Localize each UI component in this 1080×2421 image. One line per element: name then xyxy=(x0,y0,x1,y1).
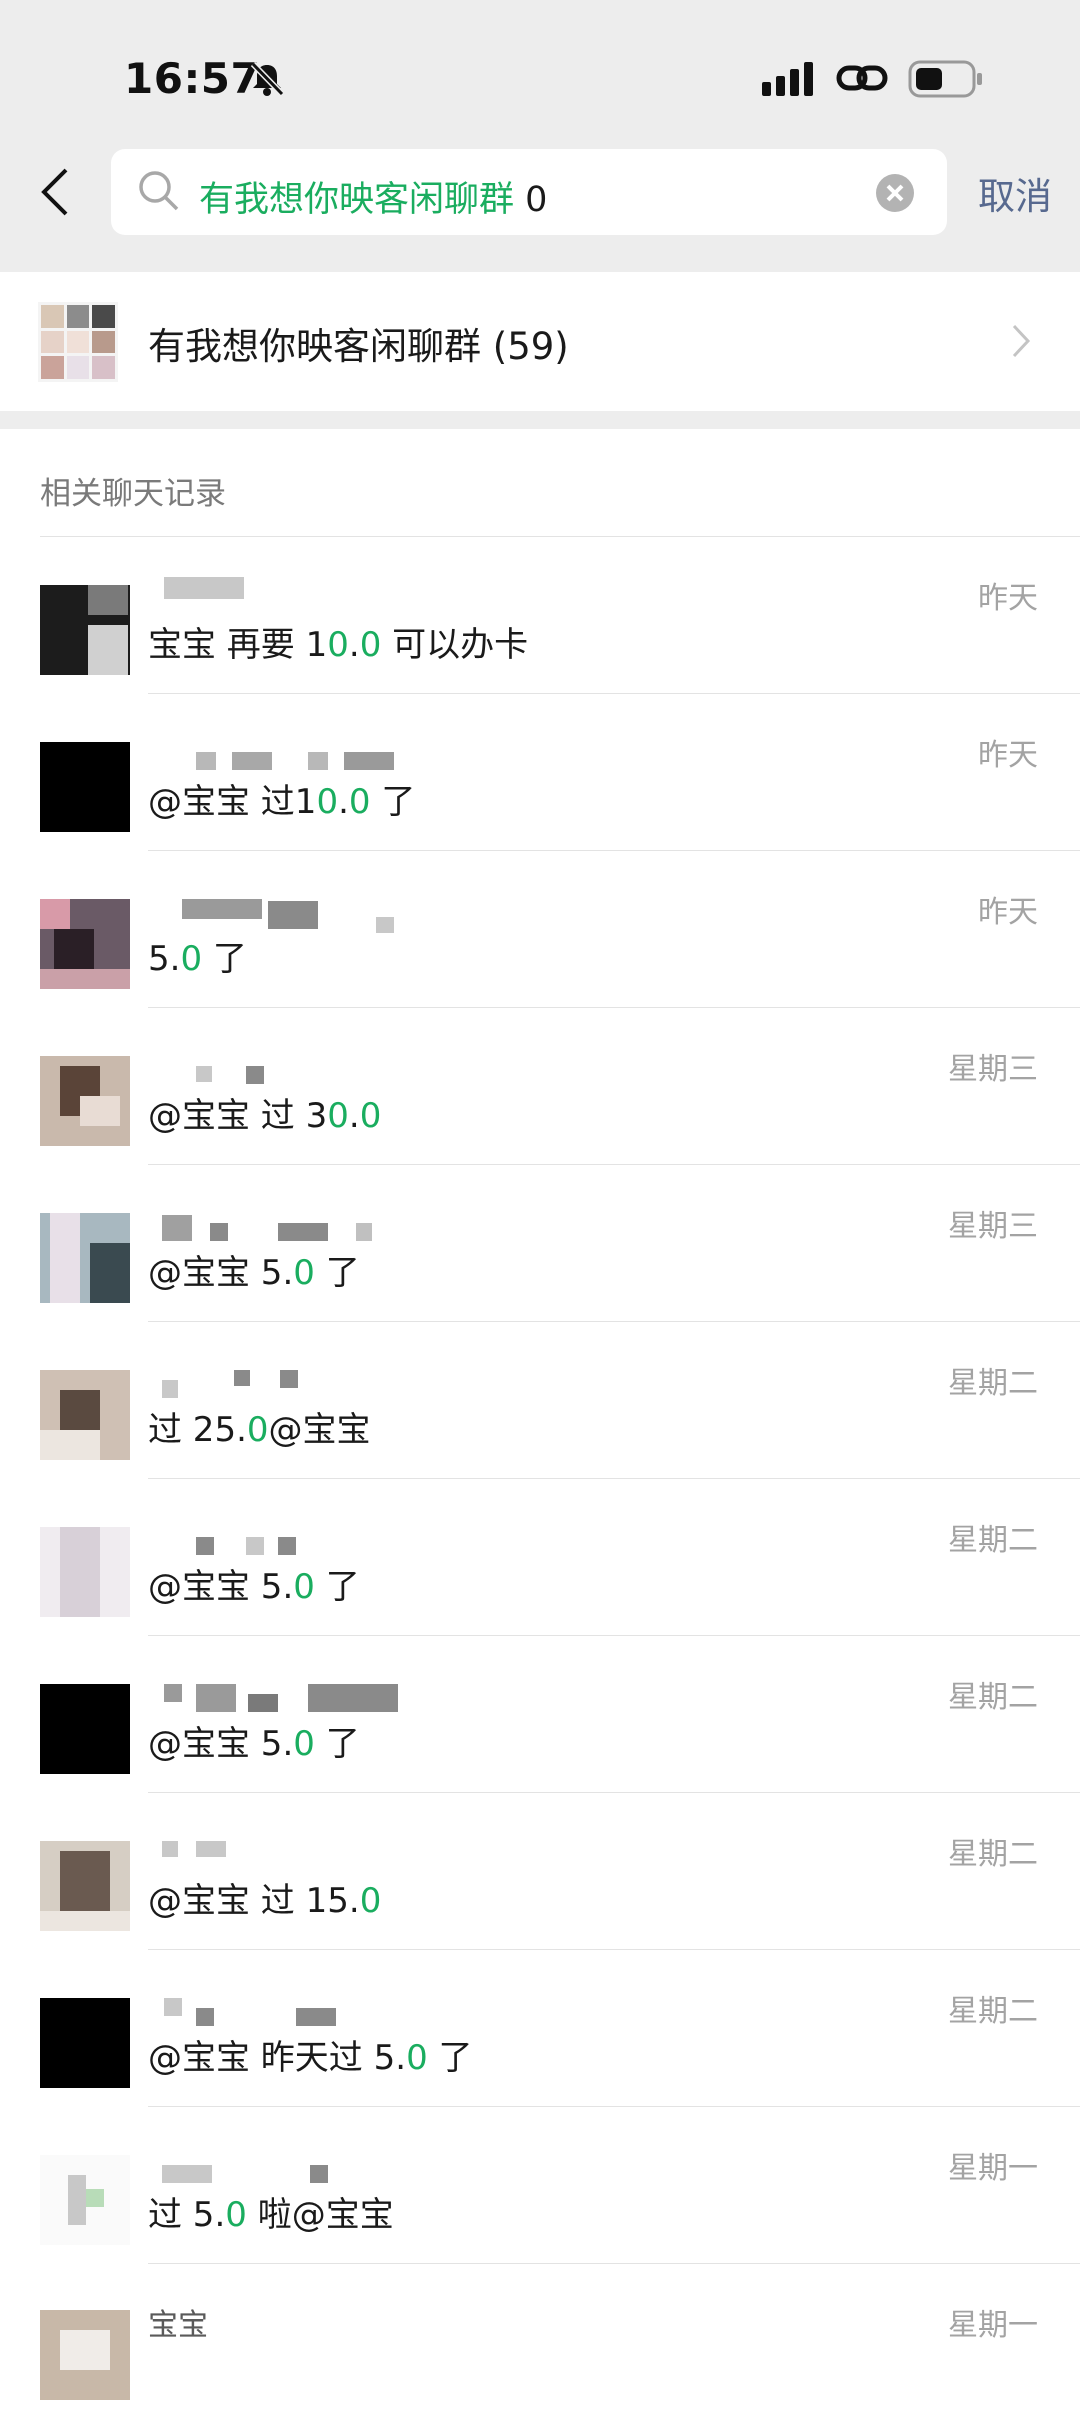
sender-name-blurred xyxy=(148,734,408,770)
message-time: 昨天 xyxy=(978,895,1038,930)
message-row[interactable]: @宝宝 5.0 了 星期二 xyxy=(0,1636,1080,1793)
message-row[interactable]: @宝宝 过 15.0 星期二 xyxy=(0,1793,1080,1950)
avatar xyxy=(40,1056,130,1146)
message-time: 星期二 xyxy=(948,1837,1038,1872)
sender-name: 宝宝 xyxy=(148,2308,208,2343)
battery-icon xyxy=(908,60,982,98)
message-preview: @宝宝 5.0 了 xyxy=(148,1724,360,1764)
top-bar: 16:57 有我想你映客闲聊群 0 取消 xyxy=(0,0,1080,272)
avatar xyxy=(40,585,130,675)
message-time: 星期二 xyxy=(948,1994,1038,2029)
section-separator xyxy=(0,411,1080,429)
message-preview: 5.0 了 xyxy=(148,939,247,979)
message-row[interactable]: @宝宝 过 30.0 星期三 xyxy=(0,1008,1080,1165)
cancel-button[interactable]: 取消 xyxy=(978,166,1052,220)
message-preview: 宝宝 再要 10.0 可以办卡 xyxy=(148,625,529,665)
clear-search-icon[interactable] xyxy=(875,173,915,213)
message-preview: @宝宝 过 30.0 xyxy=(148,1096,382,1136)
sender-name-blurred xyxy=(148,1990,408,2026)
message-preview: @宝宝 5.0 了 xyxy=(148,1567,360,1607)
search-query-highlight: 有我想你映客闲聊群 xyxy=(199,180,515,220)
status-time: 16:57 xyxy=(124,54,261,103)
message-time: 星期三 xyxy=(948,1209,1038,1244)
search-query: 有我想你映客闲聊群 0 xyxy=(199,171,547,222)
group-chat-row[interactable]: 有我想你映客闲聊群 (59) xyxy=(0,272,1080,411)
sender-name-blurred xyxy=(148,1205,408,1241)
search-input[interactable]: 有我想你映客闲聊群 0 xyxy=(111,149,947,235)
avatar xyxy=(40,2155,130,2245)
message-row[interactable]: 5.0 了 昨天 xyxy=(0,851,1080,1008)
chevron-right-icon xyxy=(1012,324,1031,358)
signal-icon xyxy=(762,62,813,96)
message-row[interactable]: 过 5.0 啦@宝宝 星期一 xyxy=(0,2107,1080,2264)
avatar xyxy=(40,1370,130,1460)
message-row[interactable]: 过 25.0@宝宝 星期二 xyxy=(0,1322,1080,1479)
message-preview: @宝宝 过10.0 了 xyxy=(148,782,416,822)
message-time: 昨天 xyxy=(978,581,1038,616)
avatar xyxy=(40,1213,130,1303)
sender-name-blurred xyxy=(148,577,408,601)
avatar xyxy=(40,742,130,832)
group-name: 有我想你映客闲聊群 (59) xyxy=(148,325,569,368)
message-row[interactable]: @宝宝 昨天过 5.0 了 星期二 xyxy=(0,1950,1080,2107)
avatar xyxy=(40,1527,130,1617)
message-time: 星期一 xyxy=(948,2308,1038,2343)
search-icon xyxy=(139,171,179,211)
sender-name-blurred xyxy=(148,1519,408,1555)
group-avatar xyxy=(38,302,118,382)
avatar xyxy=(40,1684,130,1774)
message-time: 星期三 xyxy=(948,1052,1038,1087)
sender-name-blurred xyxy=(148,1676,408,1712)
sender-name-blurred xyxy=(148,2147,408,2183)
message-row[interactable]: @宝宝 5.0 了 星期二 xyxy=(0,1479,1080,1636)
message-preview: @宝宝 过 15.0 xyxy=(148,1881,382,1921)
avatar xyxy=(40,1841,130,1931)
message-time: 星期二 xyxy=(948,1366,1038,1401)
avatar xyxy=(40,2310,130,2400)
message-time: 星期二 xyxy=(948,1680,1038,1715)
message-time: 星期二 xyxy=(948,1523,1038,1558)
sender-name-blurred xyxy=(148,1833,408,1857)
sender-name-blurred xyxy=(148,1048,408,1084)
search-query-rest: 0 xyxy=(514,180,548,220)
avatar xyxy=(40,1998,130,2088)
message-time: 昨天 xyxy=(978,738,1038,773)
back-arrow-icon[interactable] xyxy=(36,166,76,218)
message-time: 星期一 xyxy=(948,2151,1038,2186)
message-preview: @宝宝 5.0 了 xyxy=(148,1253,360,1293)
silent-bell-icon xyxy=(250,61,285,97)
link-icon xyxy=(836,65,888,91)
message-row[interactable]: 宝宝 再要 10.0 可以办卡 昨天 xyxy=(0,537,1080,694)
message-preview: @宝宝 昨天过 5.0 了 xyxy=(148,2038,473,2078)
message-row[interactable]: @宝宝 5.0 了 星期三 xyxy=(0,1165,1080,1322)
sender-name-blurred xyxy=(148,1362,408,1398)
section-title: 相关聊天记录 xyxy=(40,476,226,512)
message-preview: 过 25.0@宝宝 xyxy=(148,1410,371,1450)
message-row[interactable]: 宝宝 星期一 xyxy=(0,2264,1080,2421)
sender-name-blurred xyxy=(148,891,408,933)
avatar xyxy=(40,899,130,989)
message-row[interactable]: @宝宝 过10.0 了 昨天 xyxy=(0,694,1080,851)
message-preview: 过 5.0 啦@宝宝 xyxy=(148,2195,394,2235)
